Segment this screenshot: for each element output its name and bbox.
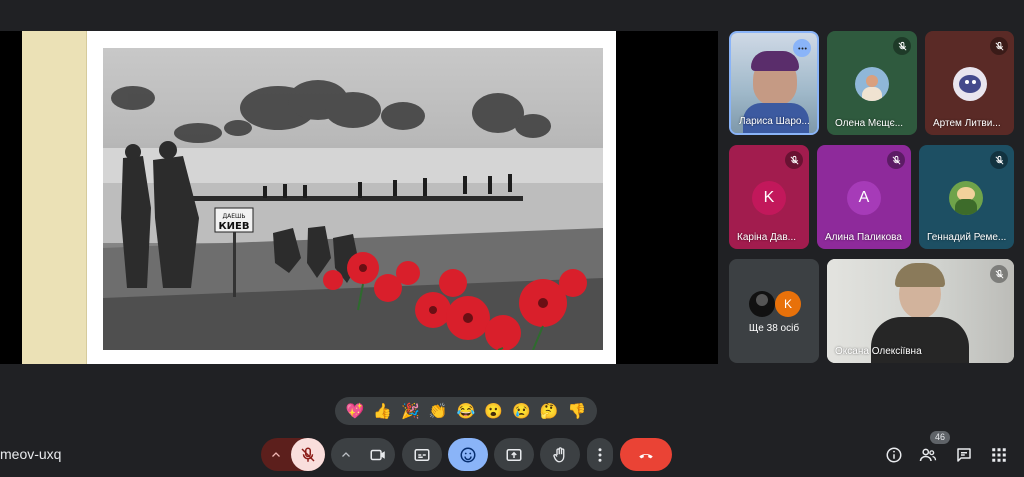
avatar: [855, 67, 889, 101]
mic-off-indicator: [990, 37, 1008, 55]
captions-icon: [414, 448, 430, 461]
mic-off-icon: [995, 155, 1003, 164]
participant-name: Олена Мєщє...: [835, 118, 904, 129]
sign-small-text: ДАЕШЬ: [222, 213, 245, 220]
more-options-button[interactable]: [587, 438, 613, 471]
camera-toggle-button[interactable]: [361, 438, 395, 471]
mic-off-icon: [301, 446, 315, 462]
reaction-thinking[interactable]: 🤔: [540, 404, 559, 419]
participant-tile[interactable]: Лариса Шаро...: [729, 31, 819, 135]
chevron-up-icon: [272, 451, 280, 457]
slide-side-band: [22, 31, 87, 364]
reactions-bar: 💖 👍 🎉 👏 😂 😮 😢 🤔 👎: [335, 397, 597, 425]
people-icon: [919, 448, 937, 462]
participant-name: Каріна Дав...: [737, 232, 797, 243]
present-screen-button[interactable]: [494, 438, 534, 471]
mic-off-icon: [995, 269, 1003, 278]
mic-off-icon: [892, 155, 900, 164]
participant-name: Лариса Шаро...: [739, 116, 810, 127]
meeting-code: meov-uxq: [0, 446, 62, 462]
slide-photo: ДАЕШЬ КИЕВ: [103, 48, 603, 350]
participant-name: Оксана Олексіївна: [835, 346, 922, 357]
sign-large-text: КИЕВ: [219, 221, 250, 232]
reaction-thumbs-down[interactable]: 👎: [568, 404, 587, 419]
meeting-details-button[interactable]: [884, 445, 904, 465]
avatar: K: [775, 291, 801, 317]
more-participants-tile[interactable]: K Ще 38 осіб: [729, 259, 819, 363]
reaction-crying[interactable]: 😢: [512, 404, 531, 419]
chat-icon: [957, 448, 971, 462]
end-call-icon: [639, 453, 653, 458]
mic-control-group: [261, 438, 325, 471]
mic-off-indicator: [893, 37, 911, 55]
reaction-clapping[interactable]: 👏: [429, 404, 448, 419]
participant-name: Артем Литви...: [933, 118, 1001, 129]
avatar: [953, 67, 987, 101]
more-icon: [797, 46, 807, 50]
more-participants-label: Ще 38 осіб: [748, 323, 800, 334]
mic-off-indicator: [785, 151, 803, 169]
mic-off-icon: [995, 41, 1003, 50]
mic-off-icon: [790, 155, 798, 164]
reaction-party-popper[interactable]: 🎉: [401, 404, 420, 419]
participant-tile[interactable]: Оксана Олексіївна: [827, 259, 1014, 363]
avatar: [749, 291, 775, 317]
camera-control-group: [331, 438, 395, 471]
emoji-icon: [460, 447, 476, 462]
participant-tile[interactable]: K Каріна Дав...: [729, 145, 809, 249]
mic-off-indicator: [990, 265, 1008, 283]
chat-button[interactable]: [954, 445, 974, 465]
participant-tile[interactable]: Геннадий Реме...: [919, 145, 1014, 249]
mic-off-indicator: [887, 151, 905, 169]
present-screen-icon: [506, 448, 522, 461]
mic-toggle-button[interactable]: [291, 438, 325, 471]
mic-options-button[interactable]: [261, 438, 291, 471]
reactions-button[interactable]: [448, 438, 488, 471]
raise-hand-icon: [553, 446, 565, 462]
more-vertical-icon: [598, 447, 602, 462]
avatar: [949, 181, 983, 215]
reaction-laughing[interactable]: 😂: [457, 404, 476, 419]
info-icon: [886, 447, 902, 463]
participant-name: Алина Паликова: [825, 232, 902, 243]
more-options-button[interactable]: [793, 39, 811, 57]
avatar: K: [752, 181, 786, 215]
participant-tile[interactable]: Артем Литви...: [925, 31, 1014, 135]
people-button[interactable]: [918, 445, 938, 465]
camera-options-button[interactable]: [331, 438, 361, 471]
reaction-sparkling-heart[interactable]: 💖: [346, 404, 365, 419]
chevron-up-icon: [342, 451, 350, 457]
presentation-stage: ДАЕШЬ КИЕВ: [0, 31, 718, 364]
mic-off-icon: [898, 41, 906, 50]
mic-off-indicator: [990, 151, 1008, 169]
camera-icon: [370, 449, 385, 460]
avatar: A: [847, 181, 881, 215]
participant-name: Геннадий Реме...: [927, 232, 1007, 243]
captions-button[interactable]: [402, 438, 442, 471]
reaction-thumbs-up[interactable]: 👍: [373, 404, 392, 419]
reaction-surprised[interactable]: 😮: [484, 404, 503, 419]
participant-hair: [751, 51, 799, 71]
participant-tile[interactable]: Олена Мєщє...: [827, 31, 917, 135]
activities-button[interactable]: [989, 445, 1009, 465]
presentation-slide: ДАЕШЬ КИЕВ: [22, 31, 616, 364]
apps-grid-icon: [992, 448, 1006, 462]
participant-count-badge: 46: [930, 431, 951, 444]
raise-hand-button[interactable]: [540, 438, 580, 471]
leave-call-button[interactable]: [620, 438, 672, 471]
participant-tile[interactable]: A Алина Паликова: [817, 145, 911, 249]
